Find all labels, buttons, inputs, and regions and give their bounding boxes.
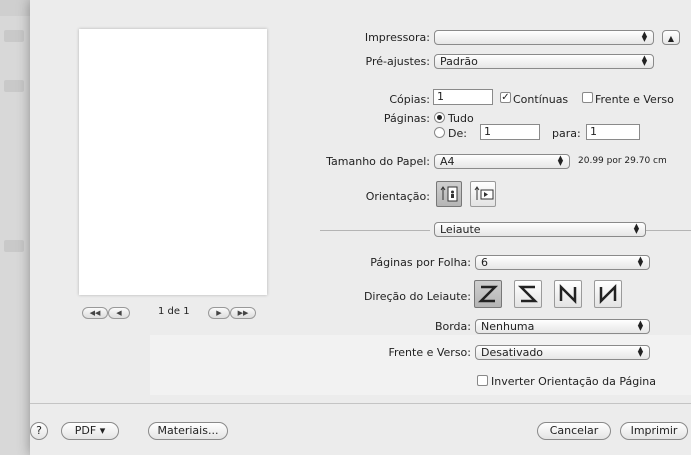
cancel-button[interactable]: Cancelar — [537, 422, 611, 440]
landscape-icon — [474, 186, 494, 200]
section-value: Leiaute — [440, 223, 481, 236]
direction-s-button[interactable] — [514, 280, 542, 308]
background-element — [4, 80, 24, 92]
collated-checkbox[interactable]: ✓ — [500, 92, 511, 103]
background-element — [4, 240, 24, 252]
pages-to-input[interactable]: 1 — [586, 124, 640, 140]
duplex-label: Frente e Verso — [595, 93, 674, 106]
border-label: Borda: — [434, 320, 471, 333]
separator-line — [320, 230, 430, 231]
chevron-updown-icon: ▲ ▼ — [557, 154, 564, 167]
next-page-button[interactable]: ▶ — [208, 307, 230, 319]
two-sided-label: Frente e Verso: — [388, 346, 471, 359]
reverse-orientation-label: Inverter Orientação da Página — [491, 375, 657, 388]
footer-separator — [30, 403, 691, 404]
help-button[interactable]: ? — [30, 422, 48, 440]
copies-label: Cópias: — [389, 93, 430, 106]
direction-n-reversed-button[interactable] — [554, 280, 582, 308]
chevron-updown-icon: ▲ ▼ — [637, 255, 644, 268]
pages-to-label: para: — [552, 127, 581, 140]
n-direction-icon — [599, 283, 617, 305]
supplies-button[interactable]: Materiais... — [148, 422, 228, 440]
pages-label: Páginas: — [383, 112, 430, 125]
pages-per-sheet-label: Páginas por Folha: — [370, 256, 471, 269]
paper-size-value: A4 — [440, 155, 455, 168]
orientation-label: Orientação: — [365, 190, 430, 203]
orientation-landscape-button[interactable] — [470, 181, 496, 207]
first-page-button[interactable]: ◀◀ — [82, 307, 108, 319]
duplex-checkbox[interactable] — [582, 92, 593, 103]
layout-direction-label: Direção do Leiaute: — [363, 290, 471, 303]
direction-z-button[interactable] — [474, 280, 502, 308]
orientation-portrait-button[interactable] — [436, 181, 462, 207]
n-reversed-direction-icon — [559, 283, 577, 305]
pages-from-label: De: — [448, 127, 467, 140]
chevron-updown-icon: ▲ ▼ — [641, 30, 648, 43]
two-sided-value: Desativado — [481, 346, 544, 359]
previous-page-button[interactable]: ◀ — [108, 307, 130, 319]
chevron-updown-icon: ▲ ▼ — [633, 222, 640, 235]
pages-from-radio[interactable] — [434, 127, 445, 138]
paper-dimensions: 20.99 por 29.70 cm — [578, 156, 667, 166]
page-indicator: 1 de 1 — [158, 306, 190, 317]
printer-select[interactable]: ▲ ▼ — [434, 30, 654, 45]
triangle-up-icon: ▲ — [667, 34, 675, 43]
z-direction-icon — [477, 285, 499, 303]
pdf-menu-button[interactable]: PDF ▾ — [61, 422, 119, 440]
copies-input[interactable]: 1 — [433, 89, 493, 105]
s-direction-icon — [517, 285, 539, 303]
chevron-updown-icon: ▲ ▼ — [641, 54, 648, 67]
pages-all-label: Tudo — [448, 112, 474, 125]
border-select[interactable]: Nenhuma ▲ ▼ — [475, 319, 650, 334]
paper-size-label: Tamanho do Papel: — [326, 155, 430, 168]
two-sided-select[interactable]: Desativado ▲ ▼ — [475, 345, 650, 360]
pages-per-sheet-select[interactable]: 6 ▲ ▼ — [475, 255, 650, 270]
reverse-orientation-checkbox[interactable] — [477, 375, 488, 386]
presets-value: Padrão — [440, 55, 478, 68]
last-page-button[interactable]: ▶▶ — [230, 307, 256, 319]
border-value: Nenhuma — [481, 320, 535, 333]
help-icon: ? — [36, 424, 42, 437]
printer-label: Impressora: — [364, 31, 430, 44]
print-dialog: ◀◀ ◀ 1 de 1 ▶ ▶▶ Impressora: ▲ ▼ ▲ Pré-aj… — [30, 0, 691, 455]
presets-select[interactable]: Padrão ▲ ▼ — [434, 54, 654, 69]
background-element — [4, 30, 24, 42]
chevron-updown-icon: ▲ ▼ — [637, 345, 644, 358]
paper-size-select[interactable]: A4 ▲ ▼ — [434, 154, 570, 169]
collated-label: Contínuas — [513, 93, 569, 106]
portrait-icon — [440, 186, 458, 202]
pages-from-input[interactable]: 1 — [480, 124, 540, 140]
direction-n-button[interactable] — [594, 280, 622, 308]
chevron-updown-icon: ▲ ▼ — [637, 319, 644, 332]
expand-details-button[interactable]: ▲ — [662, 30, 680, 45]
pages-per-sheet-value: 6 — [481, 256, 488, 269]
section-select[interactable]: Leiaute ▲ ▼ — [434, 222, 646, 237]
separator-line — [646, 230, 691, 231]
pages-all-radio[interactable] — [434, 112, 445, 123]
page-preview — [79, 29, 267, 295]
presets-label: Pré-ajustes: — [365, 55, 430, 68]
print-button[interactable]: Imprimir — [620, 422, 688, 440]
